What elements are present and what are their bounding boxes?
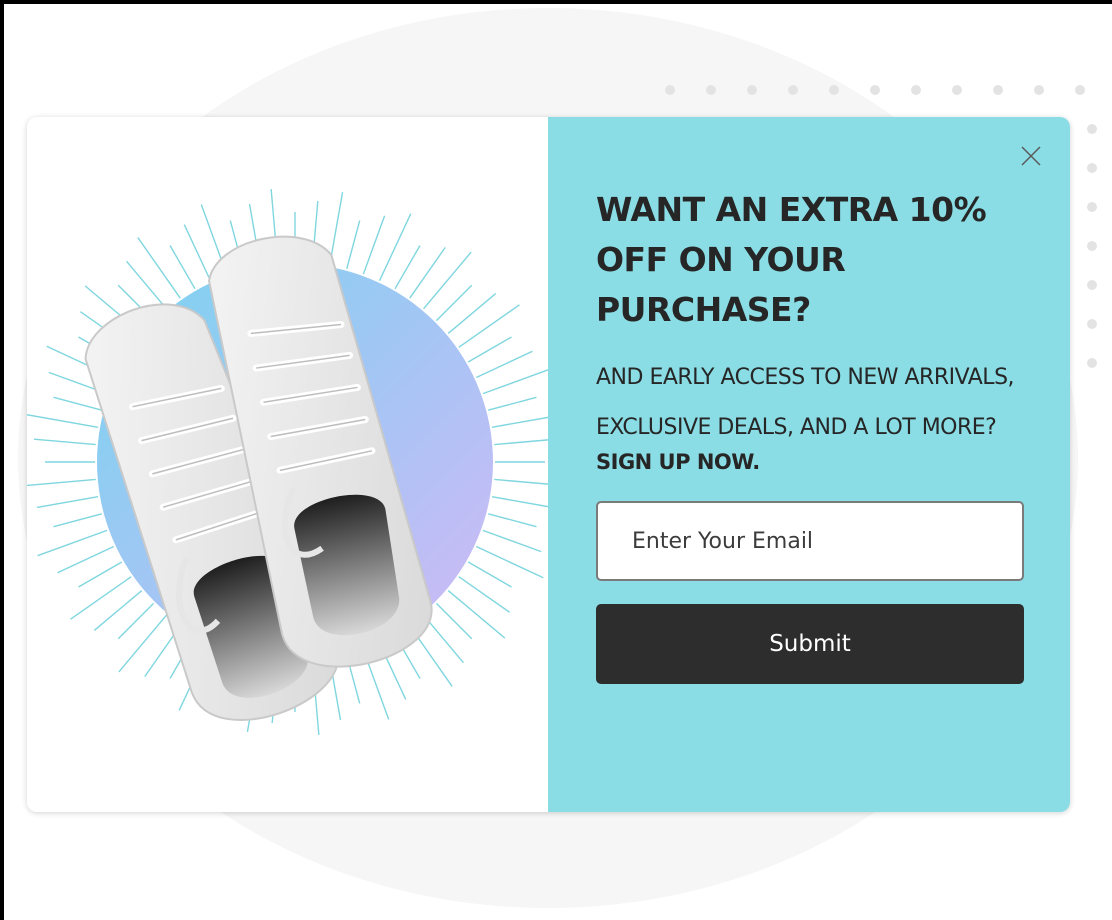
burst-ray [488, 396, 537, 411]
form-panel: WANT AN EXTRA 10% OFF ON YOUR PURCHASE? … [548, 117, 1070, 812]
sneakers-image [27, 188, 548, 736]
burst-ray [33, 438, 96, 446]
burst-ray [53, 396, 102, 411]
burst-ray [482, 529, 542, 553]
burst-ray [447, 590, 506, 639]
submit-button[interactable]: Submit [596, 604, 1024, 684]
email-field[interactable] [596, 501, 1024, 581]
signup-cta: SIGN UP NOW. [596, 450, 760, 474]
burst-ray [491, 496, 548, 508]
burst-ray [117, 602, 155, 640]
burst-ray [362, 215, 386, 275]
burst-ray [423, 251, 472, 310]
burst-ray [126, 260, 167, 310]
burst-ray [37, 529, 108, 557]
burst-ray [183, 224, 212, 282]
burst-ray [447, 293, 497, 334]
popup-headline: WANT AN EXTRA 10% OFF ON YOUR PURCHASE? [596, 190, 987, 329]
burst-ray [27, 414, 99, 428]
burst-ray [27, 478, 96, 487]
burst-ray [93, 590, 143, 631]
burst-ray [491, 416, 548, 428]
burst-ray [70, 576, 132, 620]
image-panel [27, 117, 548, 812]
burst-ray [467, 561, 512, 588]
burst-ray [57, 545, 115, 574]
burst-ray [169, 245, 196, 290]
burst-ray [36, 496, 99, 509]
close-icon[interactable] [1020, 145, 1042, 167]
burst-ray [488, 513, 537, 528]
burst-ray [494, 439, 548, 446]
burst-ray [435, 602, 473, 640]
burst-ray [494, 478, 548, 485]
burst-ray [458, 304, 520, 348]
burst-ray [346, 220, 361, 269]
popup-subtext: AND EARLY ACCESS TO NEW ARRIVALS, EXCLUS… [596, 353, 1024, 477]
signup-popup: WANT AN EXTRA 10% OFF ON YOUR PURCHASE? … [27, 117, 1070, 812]
burst-ray [475, 350, 533, 379]
burst-ray [118, 614, 167, 673]
burst-ray [78, 561, 123, 588]
burst-ray [435, 284, 473, 322]
burst-ray [53, 513, 102, 528]
burst-ray [394, 245, 421, 290]
subtext-body: AND EARLY ACCESS TO NEW ARRIVALS, EXCLUS… [596, 365, 1015, 440]
burst-ray [467, 336, 512, 363]
burst-ray [137, 237, 181, 299]
burst-ray [482, 369, 548, 395]
